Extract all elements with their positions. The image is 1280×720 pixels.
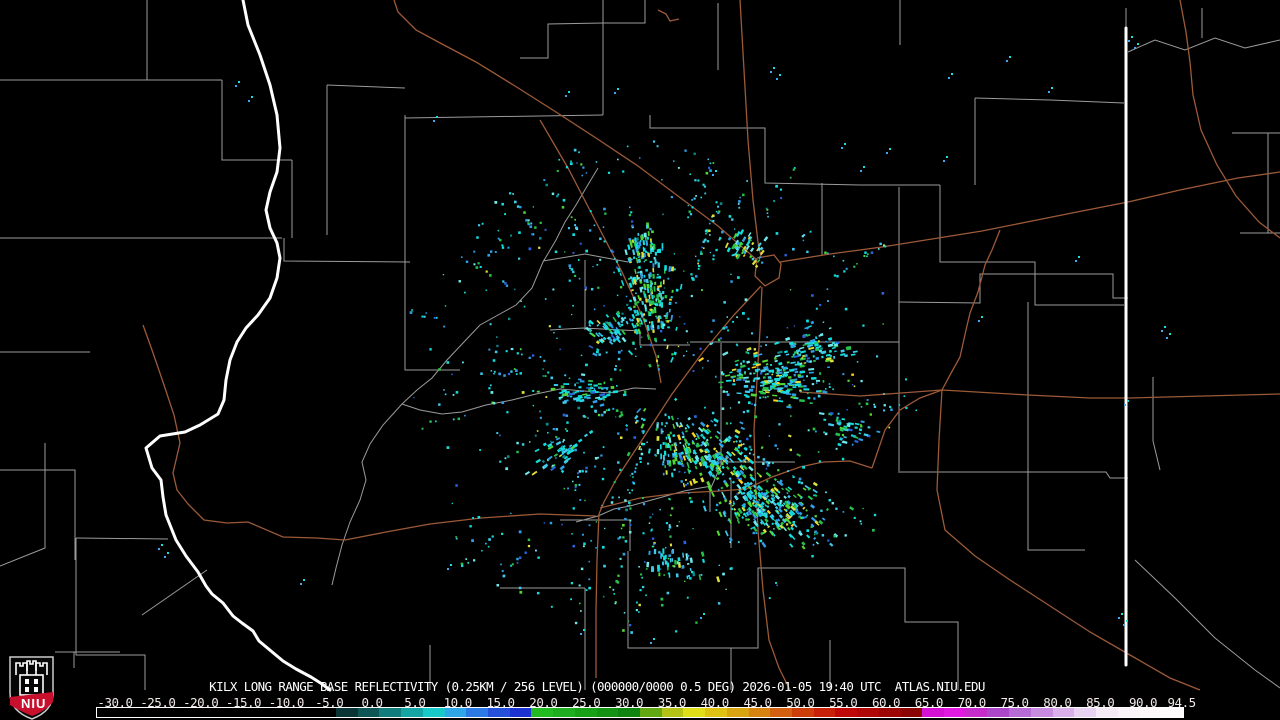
scale-segment	[618, 708, 640, 717]
scale-segment	[249, 708, 271, 717]
scale-segment	[423, 708, 445, 717]
scale-segment	[640, 708, 662, 717]
color-scale-bar	[96, 707, 1184, 718]
scale-segment	[966, 708, 988, 717]
scale-segment	[683, 708, 705, 717]
scale-segment	[488, 708, 510, 717]
county-lines-layer	[0, 0, 1280, 690]
scale-segment	[1031, 708, 1053, 717]
scale-segment	[184, 708, 206, 717]
scale-segment	[379, 708, 401, 717]
scale-segment	[922, 708, 944, 717]
radar-display: KILX LONG RANGE BASE REFLECTIVITY (0.25K…	[0, 0, 1280, 720]
state-borders-layer	[146, 0, 1126, 690]
scale-segment	[206, 708, 228, 717]
scale-segment	[987, 708, 1009, 717]
scale-segment	[119, 708, 141, 717]
scale-segment	[879, 708, 901, 717]
scale-segment	[1053, 708, 1075, 717]
highways-layer	[143, 0, 1280, 690]
scale-segment	[445, 708, 467, 717]
scale-segment	[770, 708, 792, 717]
scale-segment	[336, 708, 358, 717]
scale-segment	[466, 708, 488, 717]
scale-segment	[292, 708, 314, 717]
scale-segment	[1118, 708, 1140, 717]
scale-segment	[705, 708, 727, 717]
scale-segment	[792, 708, 814, 717]
scale-segment	[401, 708, 423, 717]
scale-segment	[531, 708, 553, 717]
scale-segment	[727, 708, 749, 717]
scale-segment	[835, 708, 857, 717]
scale-segment	[162, 708, 184, 717]
scale-segment	[1096, 708, 1118, 717]
scale-segment	[1140, 708, 1162, 717]
scale-segment	[597, 708, 619, 717]
radar-echoes-layer	[158, 36, 1171, 644]
scale-segment	[857, 708, 879, 717]
scale-segment	[944, 708, 966, 717]
scale-segment	[814, 708, 836, 717]
niu-logo: NIU	[8, 655, 56, 720]
scale-segment	[510, 708, 532, 717]
color-scale-labels: -30.0-25.0-20.0-15.0-10.0-5.00.05.010.01…	[0, 695, 1280, 707]
product-caption: KILX LONG RANGE BASE REFLECTIVITY (0.25K…	[209, 679, 985, 694]
scale-segment	[1161, 708, 1183, 717]
scale-segment	[140, 708, 162, 717]
scale-segment	[901, 708, 923, 717]
niu-logo-text: NIU	[21, 696, 46, 711]
scale-segment	[1009, 708, 1031, 717]
scale-segment	[575, 708, 597, 717]
radar-map	[0, 0, 1280, 720]
scale-segment	[227, 708, 249, 717]
scale-segment	[358, 708, 380, 717]
scale-segment	[662, 708, 684, 717]
rivers-layer	[332, 168, 712, 585]
scale-segment	[553, 708, 575, 717]
scale-segment	[97, 708, 119, 717]
scale-segment	[314, 708, 336, 717]
scale-segment	[749, 708, 771, 717]
scale-segment	[271, 708, 293, 717]
scale-segment	[1074, 708, 1096, 717]
